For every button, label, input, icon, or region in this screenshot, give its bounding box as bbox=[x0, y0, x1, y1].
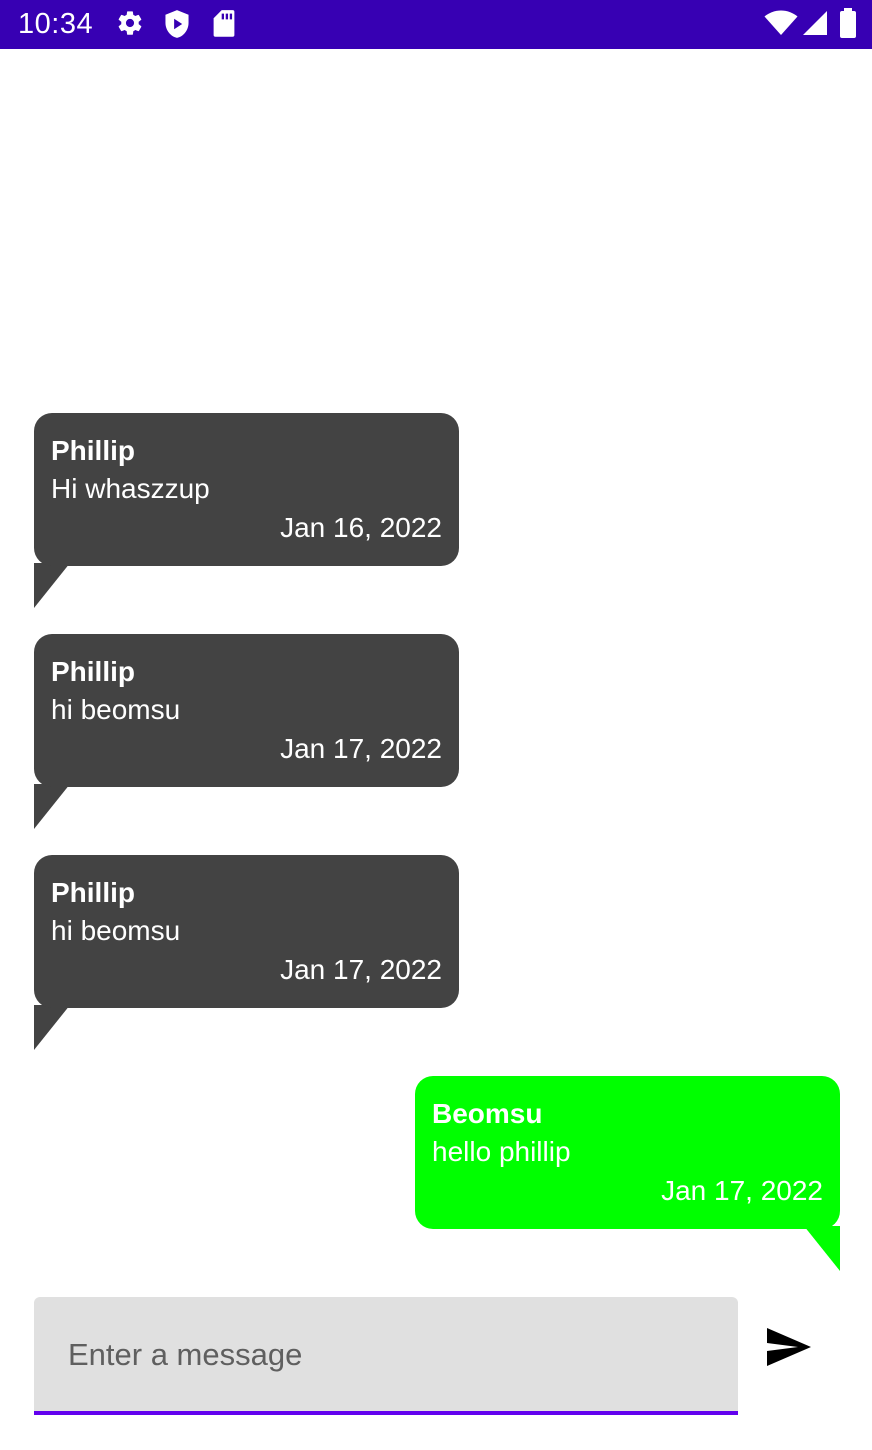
message-bubble: Phillip Hi whaszzup Jan 16, 2022 bbox=[34, 413, 459, 613]
message-text: hi beomsu bbox=[51, 915, 181, 946]
message-text: hello phillip bbox=[432, 1136, 571, 1167]
battery-icon bbox=[839, 8, 857, 38]
bubble-tail bbox=[34, 1005, 70, 1050]
message-bubble: Phillip hi beomsu Jan 17, 2022 bbox=[34, 855, 459, 1055]
message-date: Jan 16, 2022 bbox=[280, 512, 442, 543]
gear-icon bbox=[116, 9, 144, 37]
message-bubble: Beomsu hello phillip Jan 17, 2022 bbox=[415, 1076, 840, 1276]
status-bar: 10:34 bbox=[0, 0, 872, 49]
message-sender: Phillip bbox=[51, 435, 135, 466]
message-text: hi beomsu bbox=[51, 694, 181, 725]
bubble-tail bbox=[804, 1226, 840, 1271]
message-date: Jan 17, 2022 bbox=[661, 1175, 823, 1206]
signal-icon bbox=[800, 10, 828, 36]
message-list[interactable]: Phillip Hi whaszzup Jan 16, 2022 Phillip… bbox=[0, 49, 872, 1289]
bubble-tail bbox=[34, 784, 70, 829]
message-sender: Phillip bbox=[51, 877, 135, 908]
status-time: 10:34 bbox=[18, 8, 94, 40]
message-input[interactable] bbox=[34, 1297, 738, 1412]
message-date: Jan 17, 2022 bbox=[280, 733, 442, 764]
bubble-tail bbox=[34, 563, 70, 608]
sd-card-icon bbox=[212, 9, 236, 39]
message-text: Hi whaszzup bbox=[51, 473, 210, 504]
message-date: Jan 17, 2022 bbox=[280, 954, 442, 985]
composer bbox=[34, 1297, 738, 1416]
send-button[interactable] bbox=[754, 1315, 826, 1387]
message-sender: Beomsu bbox=[432, 1098, 543, 1129]
send-icon bbox=[767, 1328, 811, 1366]
message-bubble: Phillip hi beomsu Jan 17, 2022 bbox=[34, 634, 459, 834]
wifi-icon bbox=[764, 10, 798, 36]
message-sender: Phillip bbox=[51, 656, 135, 687]
shield-play-icon bbox=[163, 9, 191, 39]
input-underline bbox=[34, 1411, 738, 1415]
